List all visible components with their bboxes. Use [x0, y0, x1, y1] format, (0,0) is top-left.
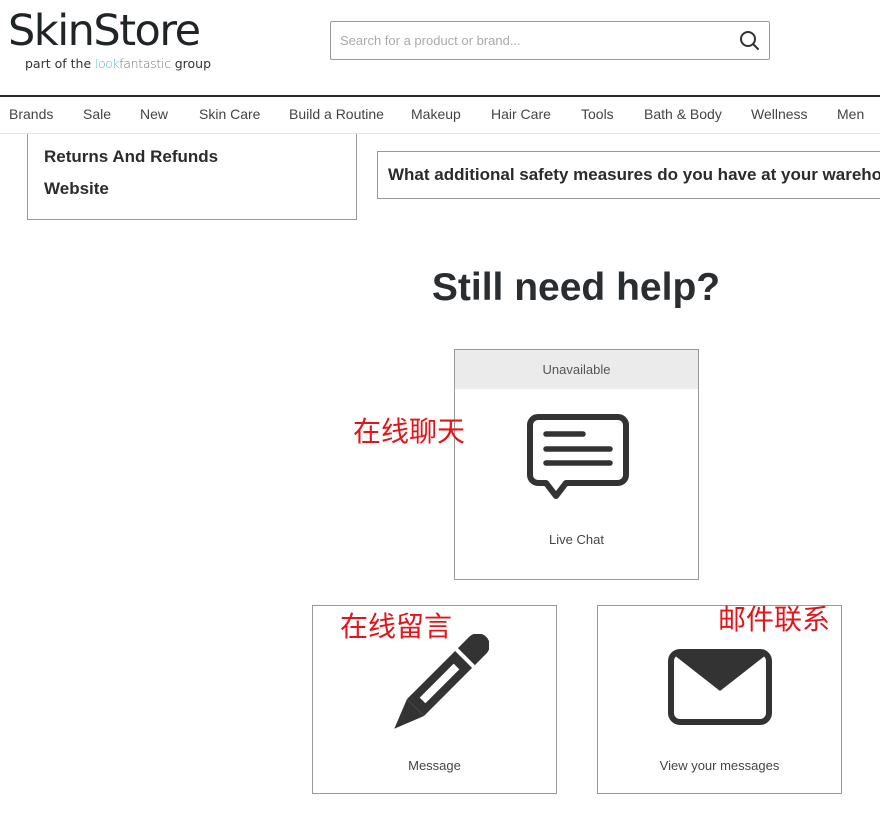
- pencil-icon: [394, 634, 489, 729]
- faq-question[interactable]: What additional safety measures do you h…: [388, 165, 880, 185]
- search-icon[interactable]: [739, 30, 761, 52]
- nav-item-skin-care[interactable]: Skin Care: [199, 106, 260, 122]
- annotation-message: 在线留言: [340, 610, 453, 643]
- nav-item-wellness[interactable]: Wellness: [751, 106, 808, 122]
- main-nav: Brands Sale New Skin Care Build a Routin…: [0, 97, 880, 134]
- envelope-icon: [668, 649, 772, 725]
- nav-item-hair-care[interactable]: Hair Care: [491, 106, 551, 122]
- nav-item-bath-body[interactable]: Bath & Body: [644, 106, 722, 122]
- help-topics-panel: Returns And Refunds Website: [27, 134, 357, 220]
- annotation-live-chat: 在线聊天: [353, 415, 466, 448]
- skinstore-logo[interactable]: SkinStore part of the lookfantastic grou…: [8, 6, 211, 71]
- nav-item-build-a-routine[interactable]: Build a Routine: [289, 106, 384, 122]
- tagline-suffix: group: [170, 56, 212, 71]
- search-bar: [330, 21, 770, 60]
- live-chat-status: Unavailable: [455, 350, 698, 389]
- chat-bubble-icon: [527, 414, 629, 499]
- faq-item[interactable]: What additional safety measures do you h…: [377, 151, 880, 199]
- annotation-email: 邮件联系: [718, 603, 831, 636]
- logo-tagline: part of the lookfantastic group: [25, 56, 211, 71]
- message-label: Message: [408, 758, 461, 773]
- nav-item-sale[interactable]: Sale: [83, 106, 111, 122]
- help-title: Still need help?: [431, 266, 721, 309]
- nav-item-brands[interactable]: Brands: [9, 106, 53, 122]
- nav-item-tools[interactable]: Tools: [581, 106, 614, 122]
- tagline-prefix: part of the: [25, 56, 96, 71]
- search-input[interactable]: [340, 22, 720, 59]
- logo-wordmark: SkinStore: [8, 6, 201, 56]
- nav-item-makeup[interactable]: Makeup: [411, 106, 461, 122]
- live-chat-label: Live Chat: [549, 532, 604, 547]
- topic-returns-and-refunds[interactable]: Returns And Refunds: [44, 147, 218, 167]
- nav-item-new[interactable]: New: [140, 106, 168, 122]
- tagline-brand-look: look: [95, 56, 120, 71]
- nav-item-men[interactable]: Men: [837, 106, 864, 122]
- live-chat-card[interactable]: Unavailable Live Chat: [454, 349, 699, 580]
- topic-website[interactable]: Website: [44, 179, 109, 199]
- view-messages-label: View your messages: [659, 758, 780, 773]
- tagline-brand-fantastic: fantastic: [119, 56, 171, 71]
